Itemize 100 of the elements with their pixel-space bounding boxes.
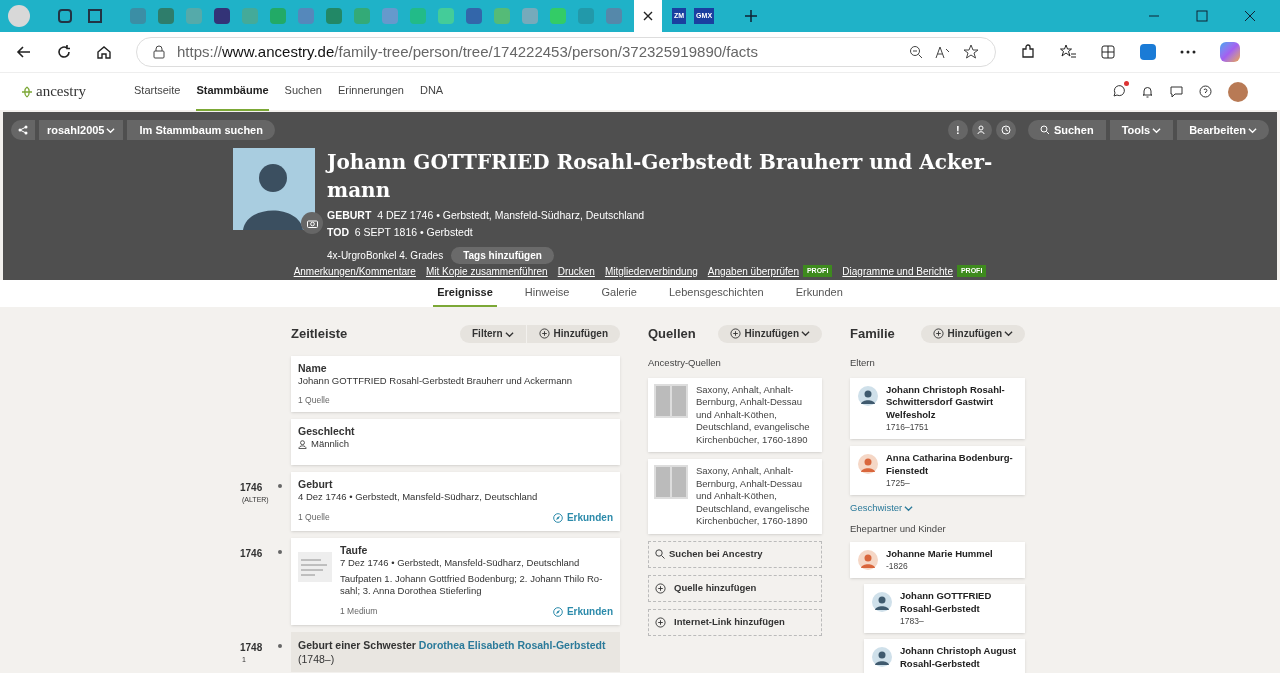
person-dates: 1725–: [886, 477, 911, 490]
bell-icon[interactable]: [1141, 85, 1154, 98]
action-link[interactable]: Mitgliederverbindung: [604, 263, 698, 279]
person-avatar-icon: [858, 549, 878, 570]
event-detail: Johann GOTTFRIED Rosahl-Gerbstedt Brauherr und Ackermann: [298, 374, 574, 387]
relative-link[interactable]: Dorothea Elisabeth Rosahl-Gerbstedt: [418, 639, 606, 652]
new-tab-icon[interactable]: [744, 9, 759, 23]
siblings-toggle[interactable]: Geschwister: [850, 501, 1025, 516]
nav-link[interactable]: Erinnerungen: [337, 72, 404, 111]
nav-link[interactable]: Suchen: [284, 72, 322, 111]
timeline-year: 1748: [240, 641, 264, 656]
add-event-button[interactable]: Hinzufügen: [526, 324, 620, 343]
active-tab[interactable]: [634, 0, 662, 32]
person-name-title: Johann GOTTFRIED Rosahl-Gerbstedt Brauherr und Acker-mann: [327, 149, 994, 204]
alert-button[interactable]: !: [947, 120, 968, 140]
action-link[interactable]: Diagramme und Berichte: [842, 263, 953, 279]
tree-selector[interactable]: rosahl2005: [39, 120, 124, 140]
event-detail: Männlich: [298, 438, 613, 451]
extensions-icon[interactable]: [1020, 44, 1036, 60]
family-member-card[interactable]: Johanne Marie Hummel -1826: [850, 541, 1025, 579]
source-card[interactable]: Saxony, Anhalt, Anhalt-Bernburg, Anhalt-Dessau und Anhalt-Köthen, Deutschland, evangelische Kirchenbücher, 1760-1890: [648, 459, 822, 534]
event-card[interactable]: Taufe 7 Dez 1746 • Gerbstedt, Mansfeld-Südharz, Deutschland Taufpaten 1. Johann Gottfried Bodenburg; 2. Johann Thilo Ro-sahl; 3. Anna Dorothea Stieferling 1 Medium Erkunden: [291, 538, 620, 626]
section-tab[interactable]: Erkunden: [791, 280, 847, 307]
source-count: 1 Quelle: [298, 393, 330, 407]
collections-icon[interactable]: [1100, 44, 1116, 60]
lock-icon: [153, 45, 165, 59]
more-icon[interactable]: [1180, 50, 1196, 54]
section-tab[interactable]: Ereignisse: [433, 280, 497, 307]
source-count: 1 Quelle: [298, 511, 330, 525]
person-icon: [298, 439, 307, 449]
history-icon[interactable]: [995, 120, 1016, 140]
action-link[interactable]: Drucken: [557, 263, 595, 279]
user-avatar[interactable]: [1228, 81, 1248, 102]
nav-link[interactable]: DNA: [419, 72, 444, 111]
header-button[interactable]: Bearbeiten: [1177, 120, 1269, 140]
sources-heading: Quellen: [648, 325, 696, 343]
timeline-heading: Zeitleiste: [291, 325, 348, 343]
source-title: Saxony, Anhalt, Anhalt-Bernburg, Anhalt-Dessau und Anhalt-Köthen, Deutschland, evangelische Kirchenbücher, 1760-1890: [696, 383, 811, 447]
camera-icon[interactable]: [301, 212, 323, 234]
back-icon[interactable]: [16, 44, 32, 60]
relationship-text: 4x-UrgroBonkel 4. Grades: [327, 248, 444, 263]
action-link[interactable]: Mit Kopie zusammenführen: [425, 263, 548, 279]
chevron-down-icon: [1152, 125, 1162, 135]
event-title: Name: [298, 361, 328, 375]
header-button[interactable]: Suchen: [1027, 120, 1106, 140]
favorites-icon[interactable]: [1060, 44, 1076, 60]
event-card[interactable]: Geburt einer Schwester Dorothea Elisabeth Rosahl-Gerbstedt (1748–): [291, 632, 620, 673]
death-info: TOD 6 SEPT 1816 • Gerbstedt: [327, 224, 474, 240]
explore-link[interactable]: Erkunden: [552, 604, 613, 620]
action-link[interactable]: Angaben überprüfen: [707, 263, 799, 279]
explore-link[interactable]: Erkunden: [552, 510, 613, 526]
home-icon[interactable]: [96, 44, 112, 60]
family-member-card[interactable]: Johann Christoph Rosahl-Schwittersdorf Gastwirt Welfesholz 1716–1751: [850, 377, 1025, 440]
family-heading: Familie: [850, 325, 895, 343]
person-avatar-icon: [858, 385, 878, 406]
source-action-button[interactable]: Quelle hinzufügen: [648, 574, 822, 602]
maximize-icon[interactable]: [1196, 10, 1208, 22]
event-card[interactable]: Geburt 4 Dez 1746 • Gerbstedt, Mansfeld-Südharz, Deutschland 1 Quelle Erkunden: [291, 472, 620, 532]
chat-icon[interactable]: [1112, 85, 1125, 98]
add-tags-button[interactable]: Tags hinzufügen: [451, 246, 554, 264]
edge-app-icon[interactable]: [1140, 44, 1156, 60]
add-family-button[interactable]: Hinzufügen: [920, 324, 1025, 343]
url-text: https://www.ancestry.de/family-tree/person/tree/174222453/person/372325919890/facts: [177, 41, 759, 62]
header-button[interactable]: Tools: [1109, 120, 1174, 140]
nav-link[interactable]: Stammbäume: [196, 72, 269, 111]
section-tab[interactable]: Lebensgeschichten: [664, 280, 768, 307]
tab-actions-icon[interactable]: [88, 9, 102, 23]
family-member-card[interactable]: Anna Catharina Bodenburg-Fienstedt 1725–: [850, 446, 1025, 496]
section-tab[interactable]: Hinweise: [520, 280, 574, 307]
people-icon[interactable]: [971, 120, 992, 140]
document-thumbnail-icon: [298, 552, 332, 583]
plus-circle-icon: [655, 582, 666, 594]
event-card[interactable]: Name Johann GOTTFRIED Rosahl-Gerbstedt Brauherr und Ackermann 1 Quelle: [291, 355, 620, 413]
tab-favicon-icon[interactable]: [214, 8, 230, 24]
star-icon[interactable]: [963, 44, 979, 60]
family-member-card[interactable]: Johann Christoph August Rosahl-Gerbstedt: [864, 639, 1025, 673]
family-member-card[interactable]: Johann GOTTFRIED Rosahl-Gerbstedt 1783–: [864, 584, 1025, 634]
workspaces-icon[interactable]: [58, 9, 72, 23]
add-source-button[interactable]: Hinzufügen: [717, 324, 822, 343]
source-action-button[interactable]: Suchen bei Ancestry: [648, 540, 822, 568]
reload-icon[interactable]: [56, 44, 72, 60]
action-link[interactable]: Anmerkungen/Kommentare: [293, 263, 416, 279]
plus-circle-icon: [729, 328, 741, 340]
tree-view-icon[interactable]: [11, 120, 35, 140]
close-window-icon[interactable]: [1244, 10, 1256, 22]
source-card[interactable]: Saxony, Anhalt, Anhalt-Bernburg, Anhalt-Dessau und Anhalt-Köthen, Deutschland, evangelische Kirchenbücher, 1760-1890: [648, 377, 822, 453]
event-card[interactable]: Geschlecht Männlich: [291, 419, 620, 466]
filter-button[interactable]: Filtern: [460, 324, 526, 343]
zoom-out-icon[interactable]: [909, 45, 923, 59]
source-action-button[interactable]: Internet-Link hinzufügen: [648, 608, 822, 636]
site-logo[interactable]: ancestry: [36, 80, 86, 103]
message-icon[interactable]: [1170, 85, 1183, 98]
copilot-icon[interactable]: [1220, 42, 1240, 62]
search-tree-button[interactable]: Im Stammbaum suchen: [127, 120, 275, 140]
section-tab[interactable]: Galerie: [597, 280, 641, 307]
read-aloud-icon[interactable]: [935, 45, 951, 59]
book-thumbnail-icon: [654, 383, 688, 418]
help-icon[interactable]: [1199, 85, 1212, 98]
compass-icon: [552, 512, 563, 523]
nav-link[interactable]: Startseite: [134, 72, 181, 111]
